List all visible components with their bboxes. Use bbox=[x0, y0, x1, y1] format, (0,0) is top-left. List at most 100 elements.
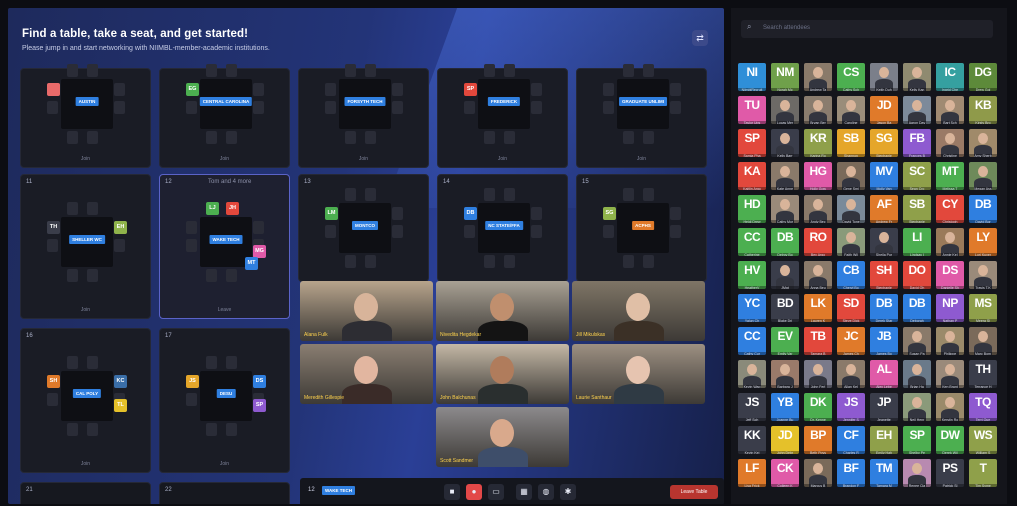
seat[interactable] bbox=[67, 356, 78, 369]
seat[interactable] bbox=[67, 423, 78, 436]
table-card[interactable]: FREDERICK SP Join bbox=[437, 64, 568, 168]
leave-link[interactable]: Leave bbox=[160, 307, 289, 313]
seat[interactable] bbox=[47, 393, 58, 406]
seat[interactable] bbox=[345, 131, 356, 144]
participant-tile[interactable]: JS Jeff Sch bbox=[738, 393, 766, 421]
table-card[interactable]: 14 NC STATE/FFA DB bbox=[437, 174, 568, 282]
participant-tile[interactable]: LI Lindsay I bbox=[903, 228, 931, 256]
seat[interactable] bbox=[623, 131, 634, 144]
participant-tile[interactable]: HG Holly Gow bbox=[804, 162, 832, 190]
participant-tile[interactable]: TU Taylor Ups bbox=[738, 96, 766, 124]
settings-icon[interactable]: ✱ bbox=[560, 484, 576, 500]
participant-tile[interactable]: DS Danielle Sh bbox=[936, 261, 964, 289]
seat[interactable] bbox=[114, 101, 125, 114]
join-link[interactable]: Join bbox=[299, 156, 428, 162]
join-link[interactable]: Join bbox=[160, 461, 289, 467]
video-tile[interactable]: Laurie Santhaur bbox=[572, 344, 705, 404]
seat[interactable] bbox=[226, 356, 237, 369]
seat[interactable] bbox=[623, 64, 634, 77]
seat[interactable] bbox=[206, 64, 217, 77]
participant-tile[interactable]: LK Lauren K bbox=[804, 294, 832, 322]
participant-avatar[interactable]: EH bbox=[114, 221, 127, 234]
participant-tile[interactable]: BD Blake Dri bbox=[771, 294, 799, 322]
seat[interactable] bbox=[206, 269, 217, 282]
seat[interactable] bbox=[67, 202, 78, 215]
seat[interactable] bbox=[643, 255, 654, 268]
participant-avatar[interactable]: SP bbox=[464, 83, 477, 96]
seat[interactable] bbox=[325, 225, 336, 238]
seat[interactable] bbox=[603, 83, 614, 96]
participant-tile[interactable]: TH Terrance H bbox=[969, 360, 997, 388]
participant-tile[interactable]: FB Frances B bbox=[903, 129, 931, 157]
participant-tile[interactable]: JMgt bbox=[771, 261, 799, 289]
seat[interactable] bbox=[87, 423, 98, 436]
participant-avatar[interactable]: DB bbox=[464, 207, 477, 220]
exit-icon[interactable]: ⇄ bbox=[692, 30, 708, 46]
seat[interactable] bbox=[325, 83, 336, 96]
seat[interactable] bbox=[484, 64, 495, 77]
participant-avatar[interactable]: SP bbox=[253, 399, 266, 412]
seat[interactable] bbox=[643, 64, 654, 77]
participant-tile[interactable]: John Ferl bbox=[804, 360, 832, 388]
participant-tile[interactable]: Kerstin Ro bbox=[936, 393, 964, 421]
participant-tile[interactable]: Brian Ha bbox=[903, 360, 931, 388]
seat[interactable] bbox=[253, 221, 264, 234]
participant-tile[interactable]: LY Lori Kuyer bbox=[969, 228, 997, 256]
participant-tile[interactable]: Kelly Kan bbox=[903, 63, 931, 91]
join-link[interactable]: Join bbox=[21, 307, 150, 313]
seat[interactable] bbox=[114, 83, 125, 96]
seat[interactable] bbox=[603, 101, 614, 114]
participant-tile[interactable]: NM Norah Mc bbox=[771, 63, 799, 91]
participant-tile[interactable]: CC Cathy Cur bbox=[738, 327, 766, 355]
participant-tile[interactable]: TB Tamara B bbox=[804, 327, 832, 355]
participant-tile[interactable]: Annie Kel bbox=[936, 228, 964, 256]
participant-tile[interactable]: KB Kirsty Bro bbox=[969, 96, 997, 124]
participant-tile[interactable]: NI NiimblRecruit bbox=[738, 63, 766, 91]
participant-tile[interactable]: Amy Sherb bbox=[969, 129, 997, 157]
participant-tile[interactable]: JD John Debr bbox=[771, 426, 799, 454]
participant-tile[interactable]: EV Emily Var bbox=[771, 327, 799, 355]
seat[interactable] bbox=[47, 101, 58, 114]
seat[interactable] bbox=[345, 188, 356, 201]
video-tile[interactable]: John Balchunas bbox=[436, 344, 569, 404]
participant-tile[interactable]: SD Steve Dick bbox=[837, 294, 865, 322]
camera-icon[interactable]: ■ bbox=[444, 484, 460, 500]
participant-tile[interactable]: SH Stephanie bbox=[870, 261, 898, 289]
participant-tile[interactable]: SB Shannon bbox=[837, 129, 865, 157]
participant-tile[interactable]: YB Joanne Bu bbox=[771, 393, 799, 421]
seat[interactable] bbox=[392, 225, 403, 238]
seat[interactable] bbox=[253, 101, 264, 114]
table-card[interactable]: 16 CAL POLY SH KC TL Join bbox=[20, 328, 151, 473]
participant-tile[interactable]: AF Andrew Fr bbox=[870, 195, 898, 223]
seat[interactable] bbox=[531, 207, 542, 220]
leave-table-button[interactable]: Leave Table bbox=[670, 485, 718, 499]
participant-tile[interactable]: CB Cheryl Bo bbox=[837, 261, 865, 289]
seat[interactable] bbox=[531, 101, 542, 114]
seat[interactable] bbox=[226, 423, 237, 436]
seat[interactable] bbox=[186, 101, 197, 114]
participant-tile[interactable]: Kelly Barr bbox=[771, 129, 799, 157]
participant-tile[interactable]: DB Delroy Bo bbox=[771, 228, 799, 256]
seat[interactable] bbox=[531, 83, 542, 96]
table-card[interactable]: GRADUATE UNLIMI Join bbox=[576, 64, 707, 168]
seat[interactable] bbox=[643, 131, 654, 144]
participant-tile[interactable]: Marc Bom bbox=[969, 327, 997, 355]
seat[interactable] bbox=[504, 188, 515, 201]
participant-tile[interactable]: MS Meera Si bbox=[969, 294, 997, 322]
participant-tile[interactable]: JB James Bo bbox=[870, 327, 898, 355]
participant-tile[interactable]: Caroline bbox=[837, 96, 865, 124]
participant-tile[interactable]: IC Ingrid Che bbox=[936, 63, 964, 91]
participant-tile[interactable]: JC James Ch bbox=[837, 327, 865, 355]
participant-tile[interactable]: TQ Terri Que bbox=[969, 393, 997, 421]
table-card[interactable]: 21 bbox=[20, 482, 151, 504]
participant-tile[interactable]: Bryan Ber bbox=[804, 96, 832, 124]
participant-avatar[interactable]: KC bbox=[114, 375, 127, 388]
participant-tile[interactable]: Aaron Day bbox=[903, 96, 931, 124]
seat[interactable] bbox=[365, 255, 376, 268]
participant-tile[interactable]: Philippe bbox=[936, 327, 964, 355]
participant-tile[interactable]: Renee Cla bbox=[903, 459, 931, 487]
table-card[interactable]: 22 bbox=[159, 482, 290, 504]
seat[interactable] bbox=[603, 225, 614, 238]
seat[interactable] bbox=[392, 83, 403, 96]
search-input[interactable]: ⌕ Search attendees bbox=[741, 20, 993, 38]
